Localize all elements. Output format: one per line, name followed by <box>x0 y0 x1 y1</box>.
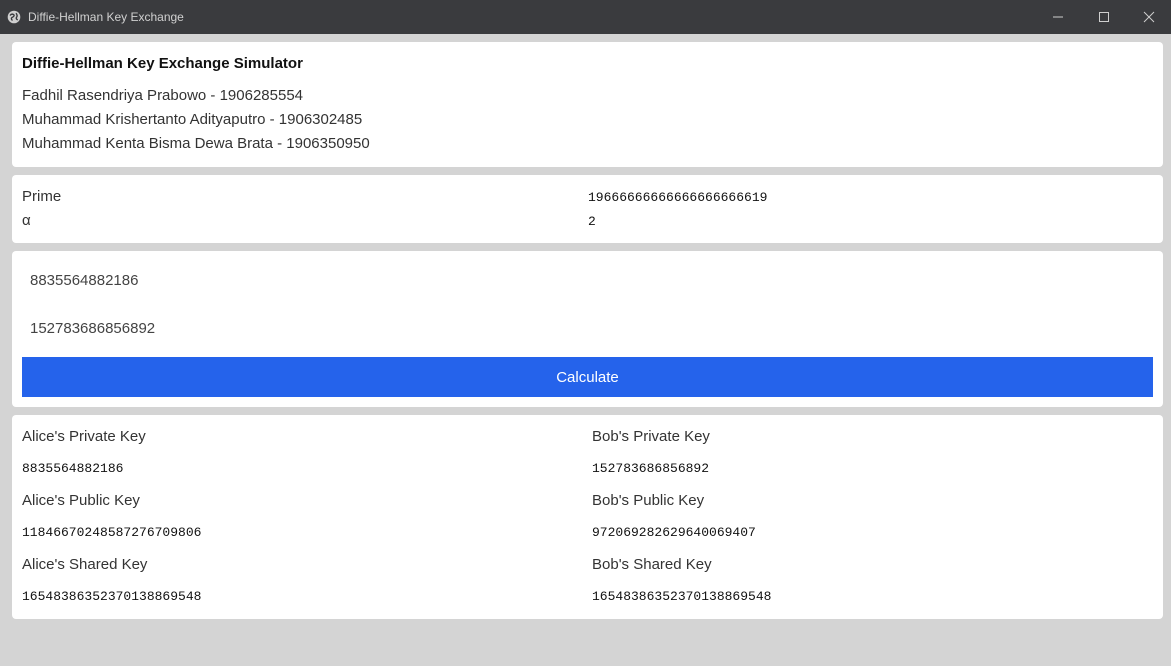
alice-private-key-input[interactable] <box>22 262 1153 298</box>
alpha-value: 2 <box>588 214 596 229</box>
globe-icon <box>7 10 21 24</box>
author-line: Fadhil Rasendriya Prabowo - 1906285554 <box>22 87 304 104</box>
alice-shared-key-value: 16548386352370138869548 <box>22 589 202 604</box>
results-card: Alice's Private Key 8835564882186 Alice'… <box>12 415 1163 619</box>
alice-shared-key-label: Alice's Shared Key <box>22 556 148 573</box>
close-icon <box>1143 11 1155 23</box>
prime-value: 19666666666666666666619 <box>588 190 768 205</box>
alice-private-key-label: Alice's Private Key <box>22 428 146 445</box>
alpha-label: α <box>22 212 31 229</box>
maximize-button[interactable] <box>1081 0 1127 34</box>
window-titlebar: Diffie-Hellman Key Exchange <box>0 0 1171 34</box>
alice-public-key-value: 11846670248587276709806 <box>22 525 202 540</box>
alice-public-key-label: Alice's Public Key <box>22 492 140 509</box>
page-title: Diffie-Hellman Key Exchange Simulator <box>22 55 303 72</box>
bob-private-key-label: Bob's Private Key <box>592 428 710 445</box>
minimize-button[interactable] <box>1035 0 1081 34</box>
parameters-card: Prime 19666666666666666666619 α 2 <box>12 175 1163 243</box>
author-line: Muhammad Kenta Bisma Dewa Brata - 190635… <box>22 135 370 152</box>
bob-shared-key-value: 16548386352370138869548 <box>592 589 772 604</box>
bob-private-key-value: 152783686856892 <box>592 461 710 476</box>
bob-public-key-label: Bob's Public Key <box>592 492 705 509</box>
bob-private-key-input[interactable] <box>22 310 1153 346</box>
calculate-button[interactable]: Calculate <box>22 357 1153 397</box>
inputs-card: Calculate <box>12 251 1163 407</box>
alice-private-key-value: 8835564882186 <box>22 461 124 476</box>
prime-label: Prime <box>22 188 62 205</box>
close-button[interactable] <box>1126 0 1171 34</box>
bob-public-key-value: 9720692826296400694​07 <box>592 525 756 540</box>
header-card: Diffie-Hellman Key Exchange Simulator Fa… <box>12 42 1163 167</box>
bob-shared-key-label: Bob's Shared Key <box>592 556 712 573</box>
window-title: Diffie-Hellman Key Exchange <box>28 10 184 24</box>
author-line: Muhammad Krishertanto Adityaputro - 1906… <box>22 111 363 128</box>
minimize-icon <box>1053 16 1063 18</box>
maximize-icon <box>1099 12 1109 22</box>
